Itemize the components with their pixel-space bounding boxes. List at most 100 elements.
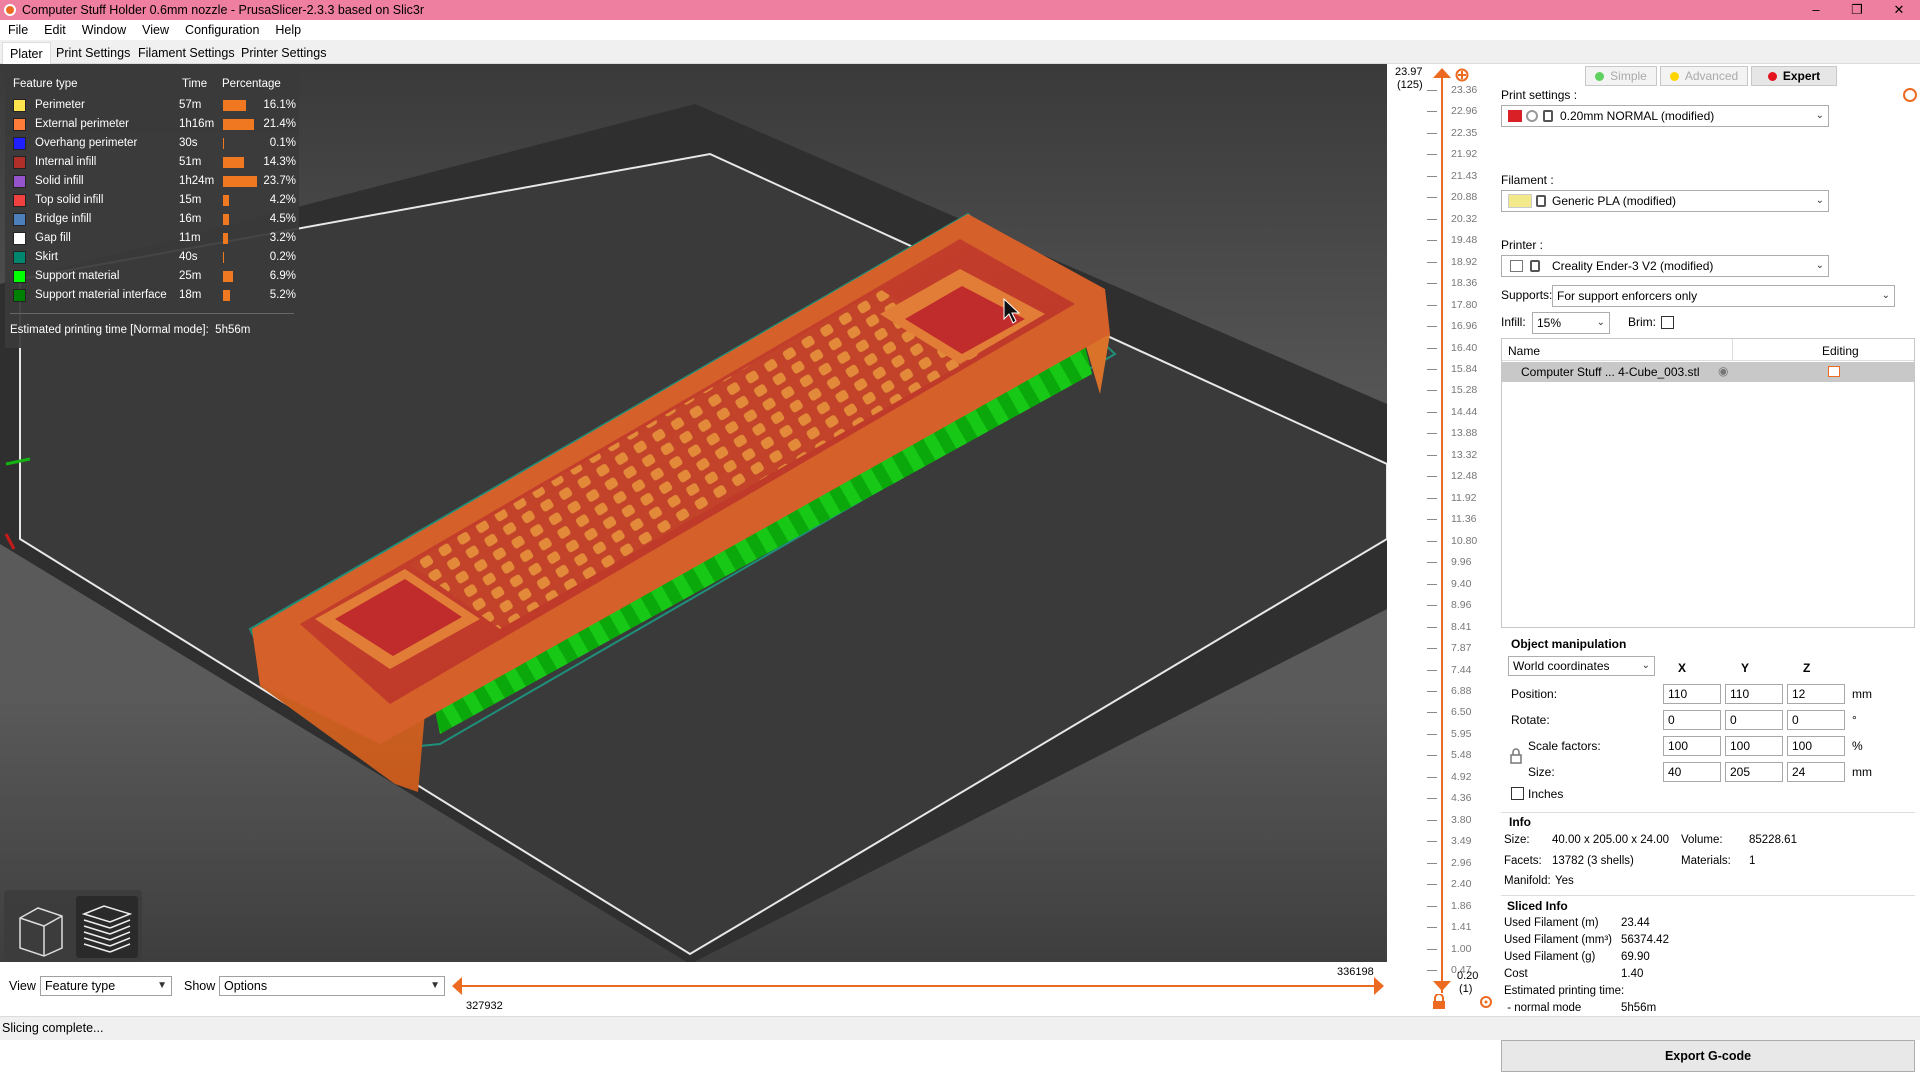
col-editing-header[interactable]: Editing	[1822, 344, 1859, 358]
menu-view[interactable]: View	[134, 23, 177, 37]
layer-tick-label: 9.96	[1451, 556, 1472, 569]
size-label: Size:	[1528, 765, 1555, 779]
3d-viewport[interactable]: Feature type Time Percentage Perimeter 57…	[0, 64, 1387, 962]
layer-tick-mark	[1427, 755, 1437, 757]
legend-row: Bridge infill 16m 4.5%	[5, 210, 299, 229]
brim-checkbox[interactable]	[1661, 316, 1674, 329]
size-y-input[interactable]: 205	[1725, 762, 1783, 782]
legend-feature-percentage: 5.2%	[269, 289, 296, 301]
menu-configuration[interactable]: Configuration	[177, 23, 267, 37]
printer-select[interactable]: Creality Ender-3 V2 (modified) ⌄	[1501, 255, 1829, 277]
chevron-down-icon: ▼	[157, 980, 167, 991]
sliced-info-value: 5h56m	[1621, 1002, 1657, 1014]
layer-tick-mark	[1427, 776, 1437, 778]
size-x-input[interactable]: 40	[1663, 762, 1721, 782]
feature-type-legend: Feature type Time Percentage Perimeter 57…	[5, 70, 299, 348]
layer-tick-label: 11.36	[1451, 513, 1477, 526]
restore-button[interactable]: ❐	[1838, 0, 1876, 20]
menu-edit[interactable]: Edit	[36, 23, 74, 37]
legend-color-swatch	[13, 213, 26, 226]
view-type-select[interactable]: Feature type ▼	[40, 976, 172, 996]
slider-left-thumb-icon[interactable]	[452, 977, 464, 995]
3d-view-button[interactable]	[10, 896, 72, 958]
supports-select[interactable]: For support enforcers only ⌄	[1552, 285, 1895, 307]
legend-feature-percentage: 3.2%	[269, 232, 296, 244]
printer-value: Creality Ender-3 V2 (modified)	[1552, 259, 1714, 273]
menu-window[interactable]: Window	[74, 23, 134, 37]
info-size-label: Size:	[1504, 834, 1530, 846]
layer-tick-label: 6.50	[1451, 706, 1472, 719]
layer-tick-label: 8.41	[1451, 620, 1472, 633]
uniform-scale-lock-icon[interactable]	[1510, 748, 1522, 764]
legend-feature-percentage: 4.5%	[269, 213, 296, 225]
tab-plater[interactable]: Plater	[2, 42, 51, 64]
tab-print-settings[interactable]: Print Settings	[49, 42, 137, 64]
chevron-down-icon: ⌄	[1815, 260, 1824, 271]
layer-tick-label: 1.00	[1451, 942, 1472, 955]
legend-row: External perimeter 1h16m 21.4%	[5, 115, 299, 134]
legend-feature-time: 18m	[179, 289, 202, 301]
export-gcode-button[interactable]: Export G-code	[1501, 1040, 1915, 1072]
scale-x-input[interactable]: 100	[1663, 736, 1721, 756]
edit-object-icon[interactable]	[1828, 366, 1840, 377]
legend-header-percentage: Percentage	[222, 78, 281, 90]
add-color-change-icon[interactable]	[1455, 68, 1469, 82]
mode-advanced-button[interactable]: Advanced	[1660, 66, 1748, 86]
position-z-input[interactable]: 12	[1787, 684, 1845, 704]
rotate-x-input[interactable]: 0	[1663, 710, 1721, 730]
coordinates-select[interactable]: World coordinates ⌄	[1508, 656, 1655, 676]
layer-tick-mark	[1427, 283, 1437, 285]
layer-tick-mark	[1427, 326, 1437, 328]
rotate-y-input[interactable]: 0	[1725, 710, 1783, 730]
layer-tick-mark	[1427, 175, 1437, 177]
col-name-header[interactable]: Name	[1508, 344, 1540, 358]
scale-z-input[interactable]: 100	[1787, 736, 1845, 756]
layer-tick-mark	[1427, 369, 1437, 371]
rotate-z-input[interactable]: 0	[1787, 710, 1845, 730]
eye-icon[interactable]: ◉	[1718, 364, 1728, 378]
lock-icon[interactable]	[1432, 994, 1446, 1010]
size-z-input[interactable]: 24	[1787, 762, 1845, 782]
preview-view-button[interactable]	[76, 896, 138, 958]
layer-tick-label: 10.80	[1451, 534, 1478, 547]
minimize-button[interactable]: –	[1797, 0, 1835, 20]
info-manifold-label: Manifold:	[1504, 875, 1551, 887]
filament-select[interactable]: Generic PLA (modified) ⌄	[1501, 190, 1829, 212]
horizontal-move-slider[interactable]	[456, 985, 1378, 987]
infill-select[interactable]: 15% ⌄	[1532, 312, 1610, 334]
brim-label: Brim:	[1628, 315, 1656, 329]
position-y-input[interactable]: 110	[1725, 684, 1783, 704]
layer-tick-label: 12.48	[1451, 470, 1478, 483]
layer-tick-label: 16.96	[1451, 320, 1478, 333]
layer-tick-mark	[1427, 540, 1437, 542]
slider-right-thumb-icon[interactable]	[1372, 977, 1384, 995]
menu-file[interactable]: File	[0, 23, 36, 37]
print-settings-select[interactable]: 0.20mm NORMAL (modified) ⌄	[1501, 105, 1829, 127]
close-button[interactable]: ✕	[1880, 0, 1918, 20]
layer-settings-gear-icon[interactable]	[1479, 995, 1493, 1009]
chevron-down-icon: ⌄	[1596, 317, 1605, 328]
layer-tick-mark	[1427, 583, 1437, 585]
print-settings-gear-icon[interactable]	[1903, 88, 1917, 102]
layer-bottom-thumb-icon[interactable]	[1433, 979, 1451, 991]
legend-feature-time: 1h24m	[179, 175, 215, 187]
mode-simple-button[interactable]: Simple	[1585, 66, 1657, 86]
position-x-input[interactable]: 110	[1663, 684, 1721, 704]
object-row[interactable]: Computer Stuff ... 4-Cube_003.stl ◉	[1502, 362, 1914, 382]
tab-filament-settings[interactable]: Filament Settings	[131, 42, 242, 64]
scale-y-input[interactable]: 100	[1725, 736, 1783, 756]
mode-expert-button[interactable]: Expert	[1751, 66, 1837, 86]
layer-tick-mark	[1427, 390, 1437, 392]
axis-x-header: X	[1678, 661, 1687, 675]
inches-checkbox[interactable]	[1511, 787, 1524, 800]
legend-row: Support material interface 18m 5.2%	[5, 286, 299, 305]
chevron-down-icon: ⌄	[1815, 110, 1824, 121]
cube-icon	[19, 907, 63, 957]
preview-bottom-bar: View Feature type ▼ Show Options ▼ 336198 …	[0, 962, 1387, 1016]
tab-printer-settings[interactable]: Printer Settings	[234, 42, 333, 64]
show-options-select[interactable]: Options ▼	[219, 976, 445, 996]
supports-value: For support enforcers only	[1557, 289, 1698, 303]
menu-help[interactable]: Help	[267, 23, 309, 37]
layer-slider[interactable]: 23.97 (125) 23.36 22.96 22.35 21.92 21.43 20.…	[1387, 64, 1497, 1016]
legend-feature-name: Bridge infill	[35, 213, 92, 225]
